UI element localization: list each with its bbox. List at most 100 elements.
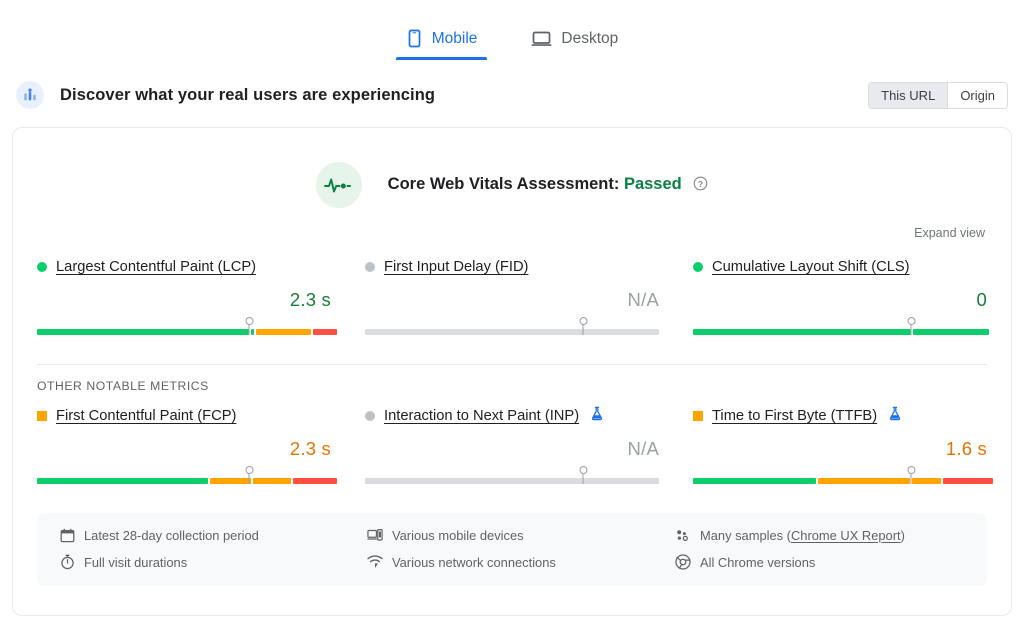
metric-value: 0 [976,289,987,310]
tab-mobile[interactable]: Mobile [395,29,488,60]
bar-track [37,478,337,484]
metric-status-marker [37,262,47,272]
bar-segment-good [693,329,911,335]
note-item: Full visit durations [59,554,349,570]
note-text: Latest 28-day collection period [84,527,259,543]
metric-name-link[interactable]: First Contentful Paint (FCP) [56,408,236,424]
metric-name-link[interactable]: First Input Delay (FID) [384,259,528,275]
metric-header: Cumulative Layout Shift (CLS) [693,256,987,278]
bar-track [365,329,659,335]
bar-segment-poor [942,478,993,484]
desktop-icon [531,29,552,48]
bar-segment-needs-improvement [818,478,910,484]
metric-value-pin [245,466,254,484]
metric-header: First Contentful Paint (FCP) [37,405,331,427]
metric-value: N/A [627,289,659,310]
metric-status-marker [693,262,703,272]
scope-origin-button[interactable]: Origin [947,82,1007,108]
metric-distribution-bar [365,466,659,487]
metric-name-link[interactable]: Interaction to Next Paint (INP) [384,408,579,424]
bar-segment-poor [313,329,337,335]
bar-segment-needs-improvement [255,329,312,335]
metric-value: 1.6 s [945,438,987,459]
metric-header: Largest Contentful Paint (LCP) [37,256,331,278]
tab-mobile-label: Mobile [431,29,478,47]
flask-icon [590,406,604,426]
metric-header: First Input Delay (FID) [365,256,659,278]
metric-distribution-bar [693,317,989,338]
metric-name-link[interactable]: Largest Contentful Paint (LCP) [56,259,256,275]
bar-segment-good [250,329,254,335]
note-text: Many samples (Chrome UX Report) [700,527,905,543]
devices-icon [367,527,383,543]
metric-value-pin [579,317,588,335]
metric-distribution-bar [365,317,659,338]
bar-segment-needs-improvement [209,478,251,484]
note-text: Various network connections [392,554,556,570]
mobile-icon [406,29,423,48]
expand-view-row: Expand view [13,208,1011,240]
samples-icon [675,527,691,543]
chrome-ux-report-link[interactable]: Chrome UX Report [791,528,901,543]
note-item: Various mobile devices [367,527,657,543]
expand-view-link[interactable]: Expand view [914,226,985,240]
note-text: All Chrome versions [700,554,816,570]
metric-distribution-bar [37,466,337,487]
bar-track [693,478,993,484]
metric-lcp: Largest Contentful Paint (LCP) 2.3 s [37,256,337,338]
field-data-icon [16,81,44,109]
metric-status-marker [365,411,375,421]
tab-desktop[interactable]: Desktop [521,29,628,60]
field-data-header: Discover what your real users are experi… [0,72,1024,118]
metric-value-pin [245,317,254,335]
bar-segment-good [912,329,989,335]
note-text: Various mobile devices [392,527,524,543]
platform-tabs: Mobile Desktop [0,0,1024,60]
core-web-vitals-grid: Largest Contentful Paint (LCP) 2.3 s Fir… [13,240,1011,338]
metric-status-marker [37,411,47,421]
metric-status-marker [693,411,703,421]
page-title: Discover what your real users are experi… [60,85,436,104]
metric-status-marker [365,262,375,272]
metric-cls: Cumulative Layout Shift (CLS) 0 [693,256,989,338]
bar-segment-needs-improvement [911,478,941,484]
help-icon[interactable]: ? [693,176,708,196]
metric-value-pin [907,317,916,335]
metric-name-link[interactable]: Time to First Byte (TTFB) [712,408,877,424]
metric-inp: Interaction to Next Paint (INP) N/A [365,405,659,487]
metric-value: 2.3 s [289,438,331,459]
metric-name-link[interactable]: Cumulative Layout Shift (CLS) [712,259,910,275]
assessment-verdict: Passed [623,174,682,193]
bar-segment-needs-improvement [252,478,291,484]
metric-ttfb: Time to First Byte (TTFB) 1.6 s [693,405,993,487]
bar-segment-good [37,478,208,484]
note-item: All Chrome versions [675,554,965,570]
metric-fcp: First Contentful Paint (FCP) 2.3 s [37,405,337,487]
tab-desktop-label: Desktop [561,29,619,47]
svg-text:?: ? [698,179,703,189]
core-web-vitals-assessment: Core Web Vitals Assessment: Passed ? [13,128,1011,208]
assessment-label: Core Web Vitals Assessment: [387,174,620,193]
bar-segment-good [37,329,249,335]
scope-toggle: This URL Origin [868,81,1008,109]
metric-distribution-bar [693,466,993,487]
field-data-card: Core Web Vitals Assessment: Passed ? Exp… [12,127,1012,616]
metric-header: Time to First Byte (TTFB) [693,405,987,427]
bar-track [37,329,337,335]
assessment-text: Core Web Vitals Assessment: Passed ? [388,175,709,196]
bar-segment-poor [292,478,337,484]
pulse-icon [315,162,362,208]
metric-header: Interaction to Next Paint (INP) [365,405,659,427]
chrome-icon [675,554,691,570]
bar-segment-good [693,478,817,484]
note-item: Latest 28-day collection period [59,527,349,543]
bar-track [693,329,989,335]
metric-value: N/A [627,438,659,459]
calendar-icon [59,527,75,543]
note-item: Various network connections [367,554,657,570]
scope-this-url-button[interactable]: This URL [869,82,948,108]
note-item: Many samples (Chrome UX Report) [675,527,965,543]
bar-segment-na [365,478,659,484]
metric-fid: First Input Delay (FID) N/A [365,256,659,338]
other-metrics-label: OTHER NOTABLE METRICS [37,379,209,393]
